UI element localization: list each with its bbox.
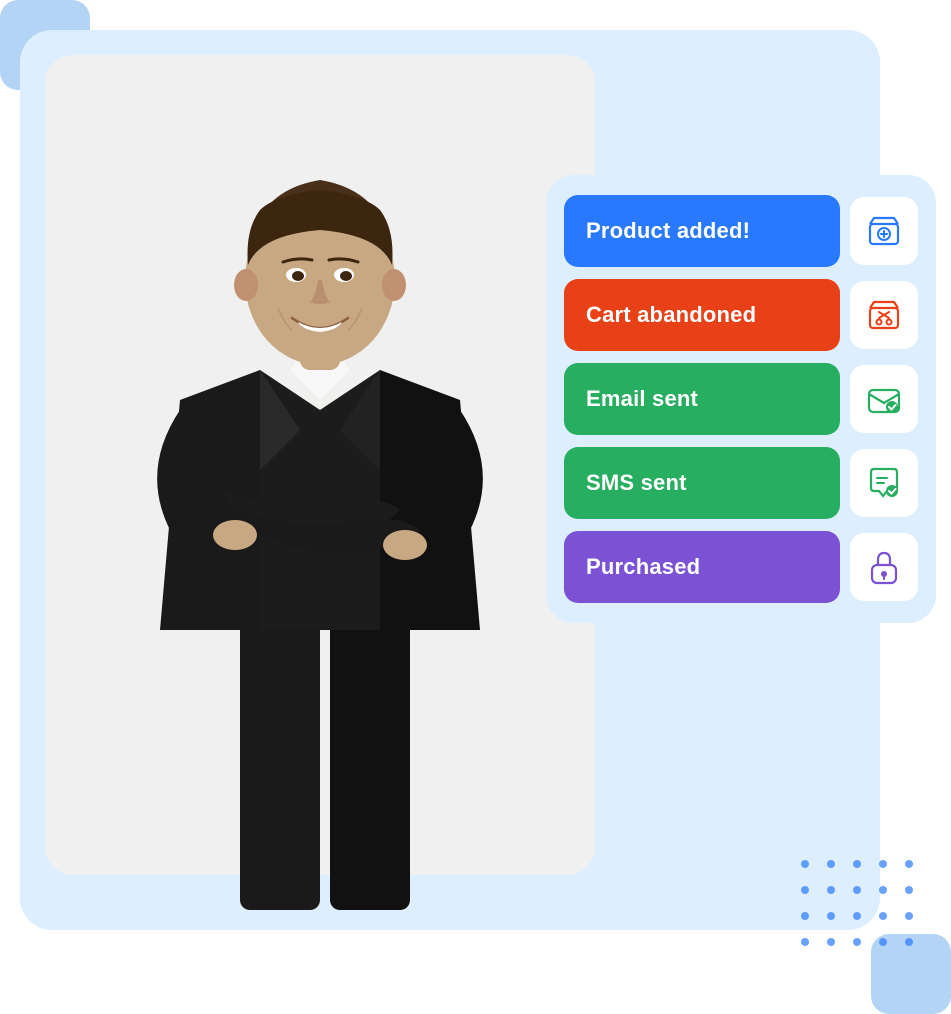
event-label-cart-abandoned: Cart abandoned bbox=[564, 279, 840, 351]
dot-grid-decoration bbox=[801, 860, 921, 954]
dot bbox=[801, 938, 809, 946]
dot bbox=[801, 912, 809, 920]
dot bbox=[853, 938, 861, 946]
event-icon-box-sms-sent bbox=[850, 449, 918, 517]
dot bbox=[827, 886, 835, 894]
event-icon-box-purchased bbox=[850, 533, 918, 601]
dot bbox=[853, 886, 861, 894]
dot bbox=[827, 860, 835, 868]
event-label-sms-sent: SMS sent bbox=[564, 447, 840, 519]
event-label-email-sent: Email sent bbox=[564, 363, 840, 435]
event-icon-box-product-added bbox=[850, 197, 918, 265]
events-card: Product added! Cart abandoned bbox=[546, 175, 936, 623]
event-label-purchased: Purchased bbox=[564, 531, 840, 603]
event-row-cart-abandoned: Cart abandoned bbox=[564, 279, 918, 351]
lock-bag-icon bbox=[865, 548, 903, 586]
event-label-product-added: Product added! bbox=[564, 195, 840, 267]
dot bbox=[905, 912, 913, 920]
email-check-icon bbox=[865, 380, 903, 418]
sms-check-icon bbox=[865, 464, 903, 502]
event-icon-box-email-sent bbox=[850, 365, 918, 433]
dot bbox=[827, 938, 835, 946]
dot bbox=[905, 886, 913, 894]
event-icon-box-cart-abandoned bbox=[850, 281, 918, 349]
dot bbox=[905, 860, 913, 868]
dot bbox=[905, 938, 913, 946]
event-row-product-added: Product added! bbox=[564, 195, 918, 267]
event-row-purchased: Purchased bbox=[564, 531, 918, 603]
dot bbox=[879, 860, 887, 868]
dot bbox=[853, 912, 861, 920]
dot bbox=[879, 886, 887, 894]
dot bbox=[879, 938, 887, 946]
main-scene: Product added! Cart abandoned bbox=[0, 0, 951, 1014]
person-image bbox=[30, 40, 610, 910]
dot bbox=[801, 886, 809, 894]
store-cart-icon bbox=[865, 296, 903, 334]
event-row-sms-sent: SMS sent bbox=[564, 447, 918, 519]
dot bbox=[879, 912, 887, 920]
store-plus-icon bbox=[865, 212, 903, 250]
dot bbox=[853, 860, 861, 868]
dot bbox=[827, 912, 835, 920]
dot bbox=[801, 860, 809, 868]
event-row-email-sent: Email sent bbox=[564, 363, 918, 435]
